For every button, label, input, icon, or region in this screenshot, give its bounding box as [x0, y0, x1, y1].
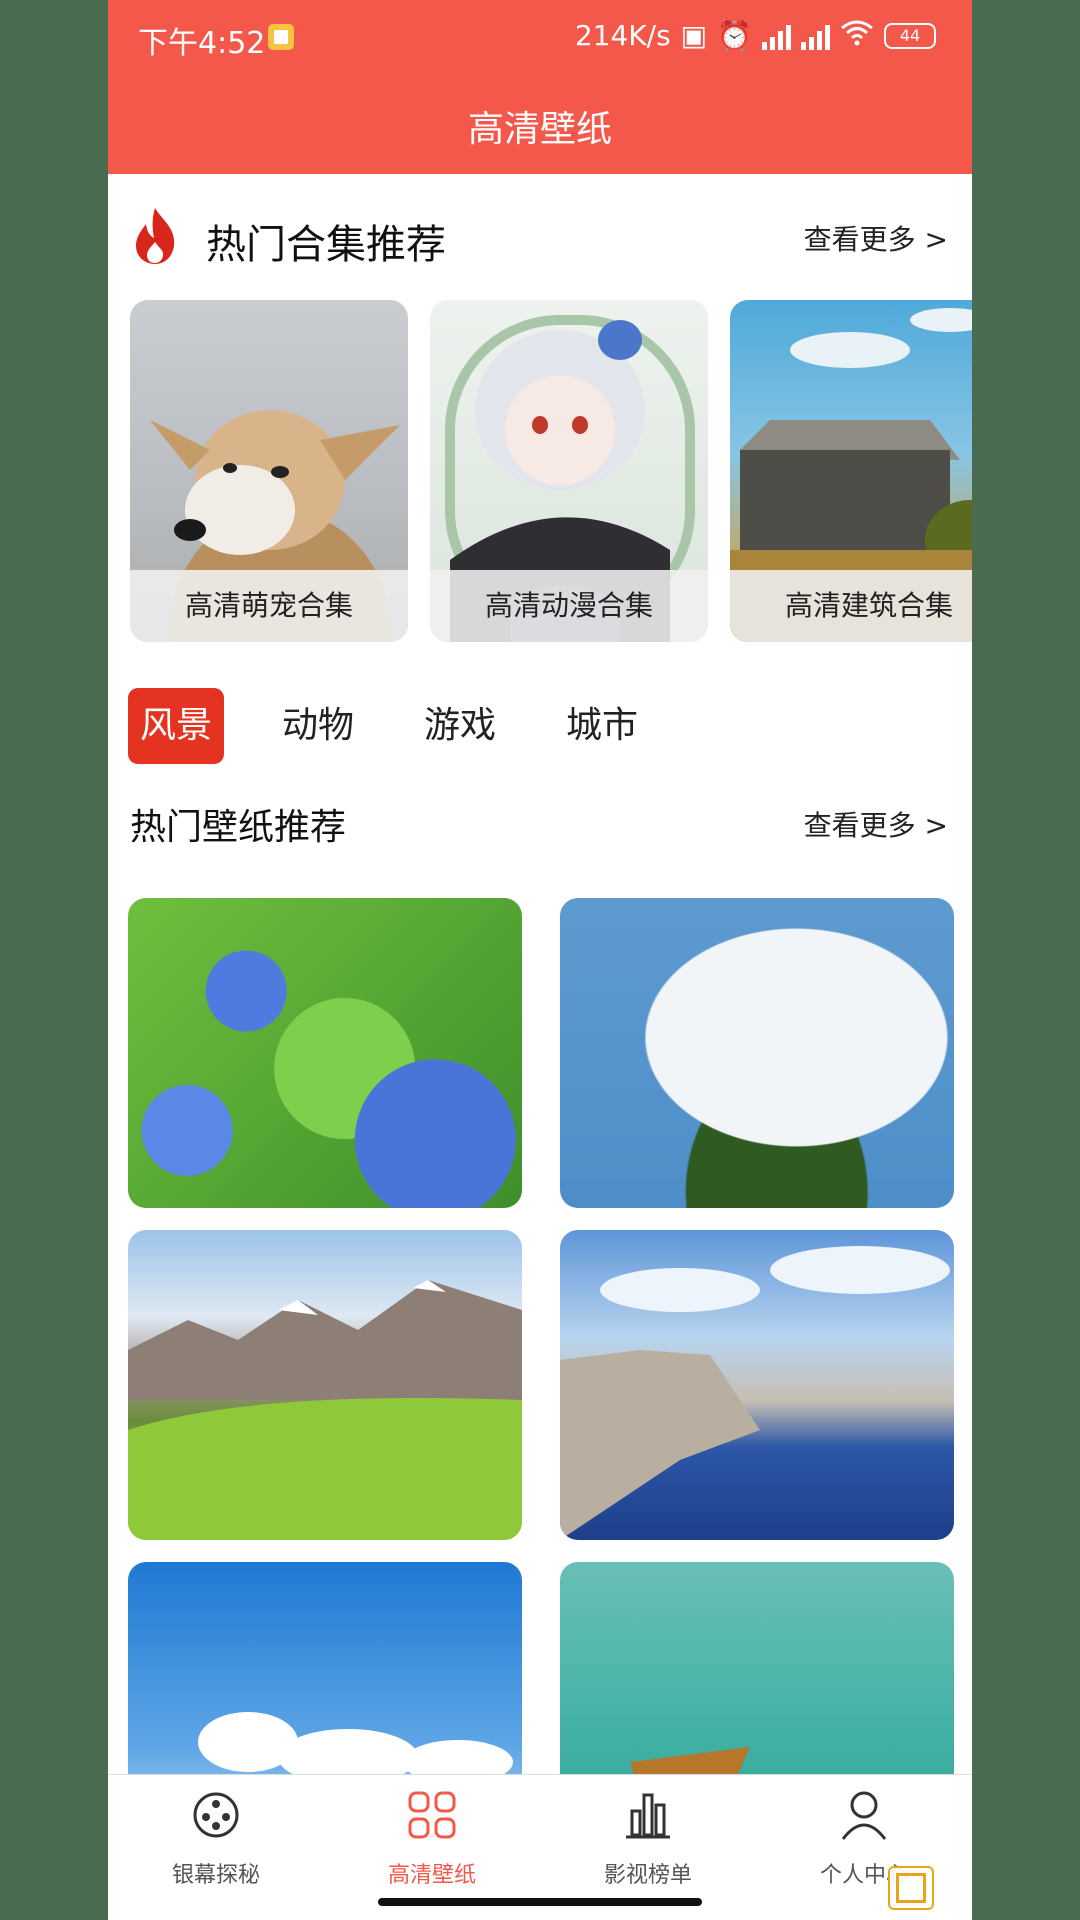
wallpapers-header: 热门壁纸推荐 查看更多 >: [108, 782, 972, 862]
notification-icon: [268, 24, 294, 50]
tab-animals[interactable]: 动物: [270, 688, 366, 764]
collections-title: 热门合集推荐: [206, 222, 446, 268]
tab-city[interactable]: 城市: [554, 688, 650, 764]
app-screen: 下午4:52 214K/s ▣ ⏰ 44 高清壁纸 热门合集推荐 查看更多 >: [108, 0, 972, 1920]
watermark-logo: [888, 1866, 934, 1910]
page-title: 高清壁纸: [467, 109, 612, 150]
nav-label: 高清壁纸: [387, 1863, 476, 1888]
net-speed: 214K/s: [574, 19, 671, 52]
wallpaper-coast[interactable]: [560, 1230, 954, 1540]
nav-item-cinema[interactable]: 银幕探秘: [108, 1775, 324, 1920]
coast-image: [560, 1246, 950, 1540]
collection-card-pets[interactable]: 高清萌宠合集: [130, 300, 408, 642]
tab-games[interactable]: 游戏: [412, 688, 508, 764]
collection-caption: 高清萌宠合集: [130, 570, 408, 642]
film-reel-icon: [193, 1792, 239, 1838]
wallpapers-more-link[interactable]: 查看更多 >: [804, 804, 948, 844]
status-time: 下午4:52: [138, 26, 266, 61]
collection-caption: 高清动漫合集: [430, 570, 708, 642]
nfc-icon: ▣: [680, 19, 708, 52]
collections-header: 热门合集推荐 查看更多 >: [108, 196, 972, 276]
nav-label: 个人中心: [819, 1863, 908, 1888]
status-bar: 下午4:52 214K/s ▣ ⏰ 44: [108, 0, 972, 76]
signal-icon-2: [801, 22, 830, 50]
nav-item-profile[interactable]: 个人中心: [756, 1775, 972, 1920]
mountain-image: [128, 1280, 522, 1540]
collection-carousel[interactable]: 高清萌宠合集 高清动漫合集 高清建筑合集: [130, 300, 972, 642]
category-tabs: 风景 动物 游戏 城市: [128, 686, 696, 766]
nav-label: 影视榜单: [603, 1863, 692, 1888]
grid-icon: [408, 1791, 456, 1839]
watermark-icon: [896, 1873, 926, 1903]
wallpaper-mountains[interactable]: [128, 1230, 522, 1540]
user-icon: [841, 1791, 887, 1840]
collection-card-architecture[interactable]: 高清建筑合集: [730, 300, 972, 642]
wallpaper-hydrangea[interactable]: [128, 898, 522, 1208]
signal-icon: [762, 22, 791, 50]
nav-label: 银幕探秘: [171, 1863, 260, 1888]
wallpapers-title: 热门壁纸推荐: [130, 807, 347, 848]
collection-card-anime[interactable]: 高清动漫合集: [430, 300, 708, 642]
collections-more-link[interactable]: 查看更多 >: [804, 218, 948, 258]
status-indicators: 214K/s ▣ ⏰ 44: [575, 18, 936, 53]
top-bar: 下午4:52 214K/s ▣ ⏰ 44 高清壁纸: [108, 0, 972, 174]
wallpaper-clouds[interactable]: [560, 898, 954, 1208]
alarm-icon: ⏰: [717, 19, 752, 52]
battery-icon: 44: [884, 22, 936, 49]
bar-chart-icon: [626, 1793, 670, 1839]
collection-caption: 高清建筑合集: [730, 570, 972, 642]
wifi-icon: [840, 18, 874, 53]
flame-icon: [136, 208, 175, 264]
home-indicator[interactable]: [378, 1898, 702, 1906]
tab-landscape[interactable]: 风景: [128, 688, 225, 764]
